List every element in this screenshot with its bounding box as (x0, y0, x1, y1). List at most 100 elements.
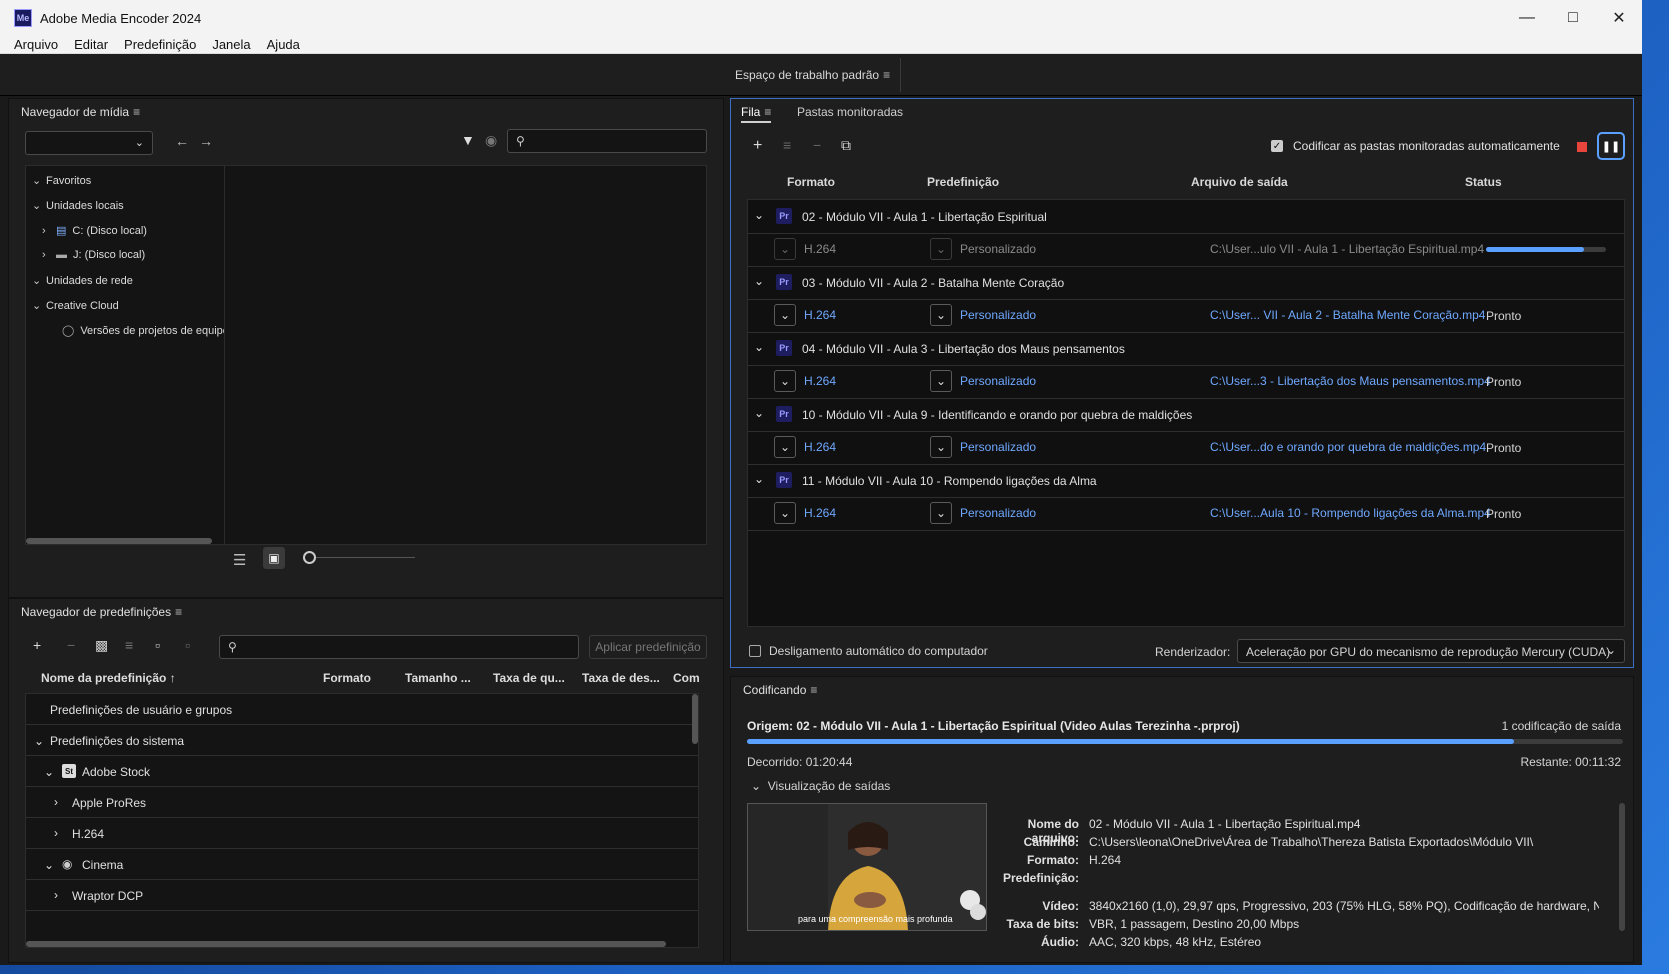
output-file-link[interactable]: C:\User...3 - Libertação dos Maus pensam… (1210, 374, 1491, 388)
media-browser-title[interactable]: Navegador de mídia ≡ (21, 105, 140, 119)
filter-icon[interactable]: ▼ (461, 132, 475, 148)
preset-dropdown[interactable]: ⌄ (930, 304, 952, 326)
media-search-input[interactable]: ⚲ (507, 129, 707, 153)
preset-dropdown[interactable]: ⌄ (930, 436, 952, 458)
chevron-down-icon[interactable]: ⌄ (754, 274, 764, 288)
column-arquivo-saida[interactable]: Arquivo de saída (1191, 175, 1288, 189)
menu-arquivo[interactable]: Arquivo (6, 37, 66, 52)
column-bitrate[interactable]: Taxa de des... (582, 671, 660, 685)
menu-ajuda[interactable]: Ajuda (259, 37, 308, 52)
queue-output-row[interactable]: ⌄ H.264 ⌄ Personalizado C:\User...3 - Li… (748, 365, 1624, 398)
tree-item-unidades-locais[interactable]: ⌄ Unidades locais (32, 199, 124, 212)
minimize-icon[interactable]: — (1504, 0, 1550, 36)
panel-menu-icon[interactable]: ≡ (133, 105, 140, 119)
location-dropdown[interactable]: ⌄ (25, 131, 153, 155)
preset-search-input[interactable]: ⚲ (219, 635, 579, 659)
icon-view-icon[interactable]: ▣ (263, 547, 285, 569)
preset-link[interactable]: Personalizado (960, 308, 1036, 322)
workspace-selector[interactable]: Espaço de trabalho padrão ≡ (735, 68, 890, 82)
chevron-down-icon[interactable]: ⌄ (32, 199, 46, 212)
export-preset-icon[interactable]: ▫ (185, 637, 190, 653)
new-group-icon[interactable]: ▩ (95, 637, 108, 654)
maximize-icon[interactable]: □ (1550, 0, 1596, 36)
menu-predefinicao[interactable]: Predefinição (116, 37, 204, 52)
preset-browser-title[interactable]: Navegador de predefinições ≡ (21, 605, 182, 619)
column-format[interactable]: Formato (323, 671, 371, 685)
shutdown-checkbox[interactable] (749, 645, 761, 657)
tree-item-creative-cloud[interactable]: ⌄ Creative Cloud (32, 299, 119, 312)
chevron-down-icon[interactable]: ⌄ (32, 174, 46, 187)
encoding-title[interactable]: Codificando ≡ (743, 683, 817, 697)
queue-output-row[interactable]: ⌄ H.264 ⌄ Personalizado C:\User...ulo VI… (748, 233, 1624, 266)
column-formato[interactable]: Formato (787, 175, 835, 189)
column-frame-rate[interactable]: Taxa de qu... (493, 671, 565, 685)
apply-preset-button[interactable]: Aplicar predefinição (589, 635, 707, 659)
preset-link[interactable]: Personalizado (960, 506, 1036, 520)
queue-output-row[interactable]: ⌄ H.264 ⌄ Personalizado C:\User...do e o… (748, 431, 1624, 464)
output-preview-toggle[interactable]: ⌄ Visualização de saídas (751, 779, 890, 793)
horizontal-scrollbar[interactable] (26, 538, 212, 544)
format-link[interactable]: H.264 (804, 242, 836, 256)
format-dropdown[interactable]: ⌄ (774, 238, 796, 260)
forward-arrow-icon[interactable]: → (199, 133, 213, 149)
vertical-scrollbar[interactable] (1619, 803, 1625, 931)
output-file-link[interactable]: C:\User... VII - Aula 2 - Batalha Mente … (1210, 308, 1485, 322)
format-dropdown[interactable]: ⌄ (774, 370, 796, 392)
preset-row-apple-prores[interactable]: › Apple ProRes (26, 787, 698, 818)
renderer-dropdown[interactable]: Aceleração por GPU do mecanismo de repro… (1237, 639, 1625, 663)
add-preset-icon[interactable]: + (33, 637, 41, 653)
queue-group[interactable]: ⌄ Pr 03 - Módulo VII - Aula 2 - Batalha … (748, 266, 1624, 299)
column-predefinicao[interactable]: Predefinição (927, 175, 999, 189)
back-arrow-icon[interactable]: ← (175, 133, 189, 149)
panel-menu-icon[interactable]: ≡ (764, 105, 771, 119)
menu-editar[interactable]: Editar (66, 37, 116, 52)
preset-row-wraptor-dcp[interactable]: › Wraptor DCP (26, 880, 698, 911)
preset-link[interactable]: Personalizado (960, 374, 1036, 388)
remove-item-icon[interactable]: − (813, 137, 821, 153)
close-icon[interactable]: ✕ (1596, 0, 1642, 36)
queue-group[interactable]: ⌄ Pr 04 - Módulo VII - Aula 3 - Libertaç… (748, 332, 1624, 365)
chevron-down-icon[interactable]: ⌄ (754, 472, 764, 486)
title-bar[interactable]: Me Adobe Media Encoder 2024 — □ ✕ (0, 0, 1642, 36)
format-dropdown[interactable]: ⌄ (774, 304, 796, 326)
chevron-down-icon[interactable]: ⌄ (44, 858, 54, 872)
import-preset-icon[interactable]: ▫ (155, 637, 160, 653)
queue-group[interactable]: ⌄ Pr 02 - Módulo VII - Aula 1 - Libertaç… (748, 200, 1624, 233)
format-link[interactable]: H.264 (804, 440, 836, 454)
menu-janela[interactable]: Janela (204, 37, 258, 52)
list-view-icon[interactable]: ☰ (233, 551, 246, 569)
preset-row-cinema[interactable]: ⌄ ◉ Cinema (26, 849, 698, 880)
chevron-down-icon[interactable]: ⌄ (32, 299, 46, 312)
preset-dropdown[interactable]: ⌄ (930, 238, 952, 260)
format-dropdown[interactable]: ⌄ (774, 436, 796, 458)
column-size[interactable]: Tamanho ... (405, 671, 471, 685)
chevron-right-icon[interactable]: › (42, 225, 56, 237)
tab-fila[interactable]: Fila ≡ (741, 105, 772, 123)
chevron-right-icon[interactable]: › (54, 826, 58, 840)
chevron-down-icon[interactable]: ⌄ (34, 734, 44, 748)
column-status[interactable]: Status (1465, 175, 1502, 189)
duplicate-icon[interactable]: ⧉ (841, 137, 851, 154)
preset-row-h264[interactable]: › H.264 (26, 818, 698, 849)
chevron-down-icon[interactable]: ⌄ (754, 340, 764, 354)
output-file-link[interactable]: C:\User...do e orando por quebra de mald… (1210, 440, 1486, 454)
format-dropdown[interactable]: ⌄ (774, 502, 796, 524)
chevron-right-icon[interactable]: › (54, 795, 58, 809)
column-comment[interactable]: Com (673, 671, 709, 685)
preset-row-system[interactable]: ⌄ Predefinições do sistema (26, 725, 698, 756)
chevron-down-icon[interactable]: ⌄ (32, 274, 46, 287)
zoom-slider[interactable] (303, 557, 415, 558)
vertical-scrollbar[interactable] (692, 694, 698, 744)
preset-link[interactable]: Personalizado (960, 440, 1036, 454)
format-link[interactable]: H.264 (804, 506, 836, 520)
format-link[interactable]: H.264 (804, 374, 836, 388)
stop-icon[interactable] (1577, 142, 1587, 152)
view-icon[interactable]: ◉ (485, 132, 497, 149)
panel-menu-icon[interactable]: ≡ (175, 605, 182, 619)
queue-settings-icon[interactable]: ≡ (783, 137, 791, 153)
add-source-icon[interactable]: + (753, 137, 762, 155)
preset-row-user-groups[interactable]: Predefinições de usuário e grupos (26, 694, 698, 725)
horizontal-scrollbar[interactable] (26, 941, 666, 947)
panel-menu-icon[interactable]: ≡ (810, 683, 817, 697)
queue-group[interactable]: ⌄ Pr 11 - Módulo VII - Aula 10 - Rompend… (748, 464, 1624, 497)
